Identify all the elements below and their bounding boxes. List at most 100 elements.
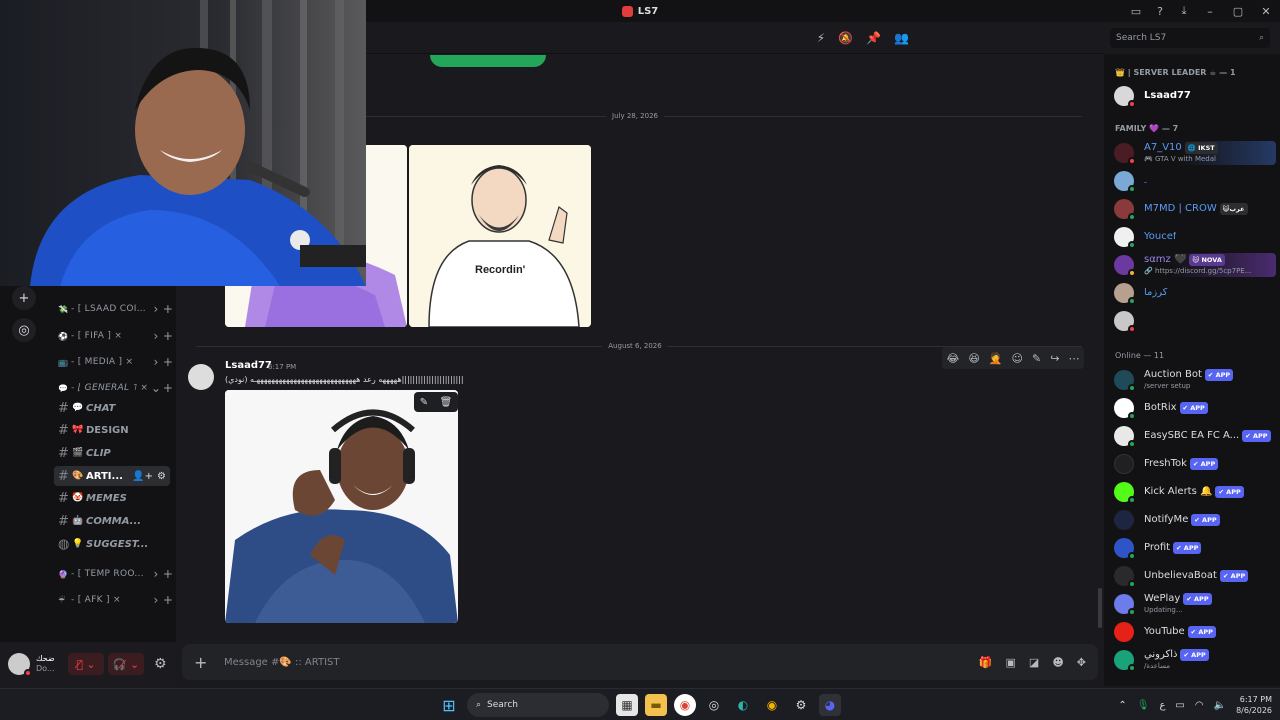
app-icon[interactable]: ◎ — [703, 694, 725, 716]
online-status-icon — [1128, 213, 1136, 221]
add-channel-icon[interactable]: + — [162, 302, 174, 316]
store-icon[interactable]: ▦ — [616, 694, 638, 716]
member-row[interactable]: NotifyMe ✔ APP — [1114, 508, 1276, 532]
gift-icon[interactable]: 🎁 — [979, 656, 993, 669]
sticker-icon[interactable]: ◪ — [1029, 656, 1039, 669]
volume-icon[interactable]: 🔈 — [1214, 700, 1226, 711]
message-image-attachment[interactable] — [225, 390, 458, 623]
delete-icon[interactable]: 🗑 — [440, 397, 453, 408]
channel-suggestions[interactable]: ◍ 💡 SUGGEST... — [54, 534, 170, 554]
windows-start-icon[interactable]: ⊞ — [438, 694, 460, 716]
add-channel-icon[interactable]: + — [162, 593, 174, 607]
member-row[interactable]: M7MD | CROW 😺عرب — [1114, 197, 1276, 221]
pin-icon[interactable]: 📌 — [866, 31, 881, 45]
message-author[interactable]: Lsaad77 — [225, 360, 272, 371]
wifi-icon[interactable]: ◠ — [1195, 700, 1204, 711]
message-input[interactable]: Message #🎨 ꞉꞉ ARTIST — [224, 657, 979, 668]
channel-memes[interactable]: # 🤡 MEMES — [54, 488, 170, 508]
reaction-custom-icon[interactable]: 🤦 — [989, 352, 1003, 365]
edit-icon[interactable]: ✎ — [1032, 352, 1041, 365]
deafen-button[interactable]: 🎧̸ ⌄ — [108, 653, 144, 675]
member-row[interactable]: كرزما — [1114, 281, 1276, 305]
channel-chat[interactable]: # 💬 CHAT — [54, 398, 170, 418]
add-channel-icon[interactable]: + — [162, 567, 174, 581]
avatar[interactable] — [8, 653, 32, 677]
mute-mic-button[interactable]: 🎙̸ ⌄ — [68, 653, 104, 675]
chrome-icon[interactable]: ◉ — [674, 694, 696, 716]
download-icon[interactable]: ⤓ — [1172, 0, 1196, 22]
chat-scrollbar[interactable] — [1098, 588, 1102, 628]
webcam-overlay — [0, 0, 366, 286]
category-general[interactable]: 💬 - ⌊ GENERAL ˥ × ⌄ + — [58, 379, 174, 397]
user-settings-gear-icon[interactable]: ⚙ — [154, 656, 167, 672]
reaction-laugh-icon[interactable]: 😆 — [968, 352, 979, 365]
chrome-profile-icon[interactable]: ◉ — [761, 694, 783, 716]
display-icon[interactable]: ▭ — [1175, 700, 1184, 711]
channel-commands[interactable]: # 🤖 COMMA... — [54, 511, 170, 531]
add-attachment-icon[interactable]: + — [194, 653, 220, 672]
edit-image-icon[interactable]: ✎ — [420, 397, 428, 408]
member-row[interactable]: EasySBC EA FC A... ✔ APP — [1114, 424, 1276, 448]
emoji-icon[interactable]: ☻ — [1052, 656, 1063, 669]
member-row[interactable]: sαmz 🖤 😽 NOVA 🔗 https://discord.gg/5cp7PE… — [1114, 253, 1276, 277]
invite-icon[interactable]: 👤+ — [132, 471, 153, 482]
add-channel-icon[interactable]: + — [162, 329, 174, 343]
file-explorer-icon[interactable]: ▬ — [645, 694, 667, 716]
mic-icon[interactable]: 🎙 — [1137, 700, 1150, 711]
close-button[interactable]: ✕ — [1252, 0, 1280, 22]
add-channel-icon[interactable]: + — [162, 381, 174, 395]
category-temp-rooms[interactable]: 🔮 - [ TEMP ROO... › + — [58, 565, 174, 583]
steam-icon[interactable]: ⚙ — [790, 694, 812, 716]
category-afk[interactable]: ☔ - [ AFK ] × › + — [58, 591, 174, 609]
member-list-icon[interactable]: 👥 — [894, 31, 909, 45]
member-row[interactable]: ذاكروني ✔ APP/مساعدة — [1114, 648, 1276, 672]
reply-icon[interactable]: ↪ — [1050, 352, 1059, 365]
channel-clip[interactable]: # 🎬 CLIP — [54, 443, 170, 463]
member-row[interactable] — [1114, 309, 1276, 333]
member-row[interactable]: Kick Alerts 🔔 ✔ APP — [1114, 480, 1276, 504]
member-row[interactable]: Lsaad77 — [1114, 84, 1276, 108]
search-input[interactable]: Search LS7 ⌕ — [1110, 28, 1270, 48]
member-row[interactable]: Profit ✔ APP — [1114, 536, 1276, 560]
apps-icon[interactable]: ✥ — [1077, 656, 1086, 669]
member-row[interactable]: WePlay ✔ APP Updating... — [1114, 592, 1276, 616]
user-name-block[interactable]: ضحك Do... — [36, 654, 64, 674]
language-indicator[interactable]: ع — [1159, 700, 1165, 711]
gif-icon[interactable]: ▣ — [1006, 656, 1016, 669]
minimize-button[interactable]: – — [1196, 0, 1224, 22]
category-fifa[interactable]: ⚽ - [ FIFA ] × › + — [58, 327, 174, 345]
add-reaction-icon[interactable]: ☺ — [1012, 352, 1023, 365]
member-row[interactable]: ـ — [1114, 169, 1276, 193]
threads-icon[interactable]: ⚡ — [817, 31, 825, 45]
message-avatar[interactable] — [188, 364, 214, 390]
discover-icon[interactable]: ◎ — [12, 318, 36, 342]
member-row[interactable]: FreshTok ✔ APP — [1114, 452, 1276, 476]
maximize-button[interactable]: ▢ — [1224, 0, 1252, 22]
member-row[interactable]: A7_V10 🌐 IKST 🎮 GTA V with Medal — [1114, 141, 1276, 165]
taskbar-search[interactable]: ⌕ Search — [467, 693, 609, 717]
member-row[interactable]: Auction Bot ✔ APP/server setup — [1114, 368, 1276, 392]
inbox-icon[interactable]: ▭ — [1124, 0, 1148, 22]
avatar — [1114, 171, 1136, 193]
clock[interactable]: 6:17 PM 8/6/2026 — [1236, 694, 1272, 716]
edge-icon[interactable]: ◐ — [732, 694, 754, 716]
channel-artist[interactable]: # 🎨 ARTI... 👤+ ⚙ — [54, 466, 170, 486]
member-row[interactable]: BotRix ✔ APP — [1114, 396, 1276, 420]
help-icon[interactable]: ? — [1148, 0, 1172, 22]
artwork-image-right[interactable]: Recordin' — [409, 145, 591, 327]
add-server-icon[interactable]: + — [12, 286, 36, 310]
notifications-off-icon[interactable]: 🔕 — [838, 31, 853, 45]
gear-icon[interactable]: ⚙ — [157, 471, 166, 482]
discord-icon[interactable]: ◕ — [819, 694, 841, 716]
more-icon[interactable]: ⋯ — [1068, 352, 1079, 365]
category-lsaad-coin[interactable]: 💸 - [ LSAAD COIN... › + — [58, 300, 174, 318]
chevron-up-icon[interactable]: ⌃ — [1118, 700, 1126, 711]
member-row[interactable]: YouTube ✔ APP — [1114, 620, 1276, 644]
member-row[interactable]: Youcef — [1114, 225, 1276, 249]
channel-design[interactable]: # 🎀 DESIGN — [54, 420, 170, 440]
taskbar: ⊞ ⌕ Search ▦ ▬ ◉ ◎ ◐ ◉ ⚙ ◕ ⌃ 🎙 ع ▭ ◠ 🔈 6… — [0, 688, 1280, 720]
member-row[interactable]: UnbelievaBoat ✔ APP — [1114, 564, 1276, 588]
add-channel-icon[interactable]: + — [162, 355, 174, 369]
reaction-joy-icon[interactable]: 😂 — [947, 352, 960, 365]
category-media[interactable]: 📺 - [ MEDIA ] × › + — [58, 353, 174, 371]
